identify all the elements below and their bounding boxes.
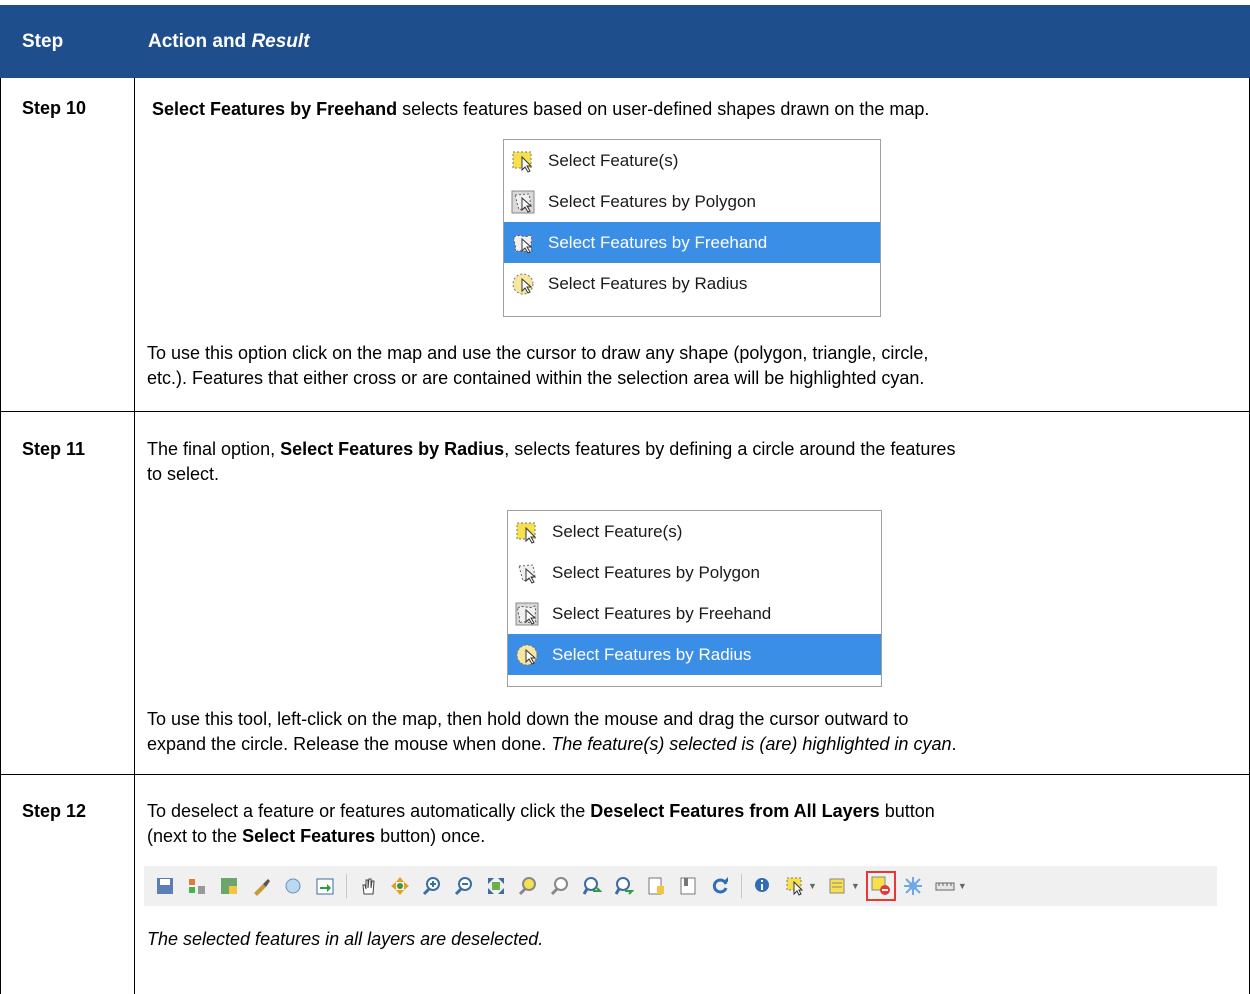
deselect-all-layers-icon[interactable]	[865, 871, 896, 901]
measure-icon[interactable]	[934, 875, 956, 897]
toolbar-separator	[741, 874, 742, 898]
column-divider	[134, 78, 135, 994]
zoom-last-icon[interactable]	[581, 875, 603, 897]
header-step: Step	[22, 31, 64, 52]
show-bookmarks-icon[interactable]	[677, 875, 699, 897]
zoom-to-selection-icon[interactable]	[517, 875, 539, 897]
step-label: Step 12	[22, 801, 87, 821]
step-intro: To deselect a feature or features automa…	[147, 801, 935, 846]
zoom-in-icon[interactable]	[421, 875, 443, 897]
menu-item-select-by-freehand[interactable]: Select Features by Freehand	[504, 222, 880, 263]
zoom-to-layer-icon[interactable]	[549, 875, 571, 897]
attribute-table-icon[interactable]	[902, 875, 924, 897]
step-label: Step 11	[22, 439, 86, 459]
select-feature-icon	[510, 148, 536, 174]
chevron-down-icon[interactable]: ▼	[958, 881, 967, 891]
step-result: The selected features in all layers are …	[147, 929, 544, 949]
menu-item-select-feature[interactable]: Select Feature(s)	[508, 511, 881, 552]
save-project-icon[interactable]	[154, 875, 176, 897]
selection-tool-menu: Select Feature(s) Select Features by Pol…	[507, 510, 882, 687]
step-body: To use this tool, left-click on the map,…	[147, 709, 957, 754]
step-intro: Select Features by Freehand selects feat…	[152, 99, 930, 119]
refresh-icon[interactable]	[709, 875, 731, 897]
row-divider	[0, 411, 1250, 412]
select-features-icon[interactable]	[784, 875, 806, 897]
chevron-down-icon[interactable]: ▼	[851, 881, 860, 891]
select-feature-icon	[514, 519, 540, 545]
step-intro: The final option, Select Features by Rad…	[147, 439, 956, 484]
identify-icon[interactable]	[752, 875, 774, 897]
selection-tool-menu: Select Feature(s) Select Features by Pol…	[503, 139, 881, 317]
menu-item-select-by-freehand[interactable]: Select Features by Freehand	[508, 593, 881, 634]
select-polygon-icon	[514, 560, 540, 586]
step-label: Step 10	[22, 98, 87, 118]
zoom-full-icon[interactable]	[485, 875, 507, 897]
toolbar-separator	[346, 874, 347, 898]
row-divider	[0, 774, 1250, 775]
export-icon[interactable]	[314, 875, 336, 897]
print-icon[interactable]	[282, 875, 304, 897]
table-header: Step Action and Result	[0, 5, 1250, 78]
zoom-next-icon[interactable]	[613, 875, 635, 897]
select-radius-icon	[514, 642, 540, 668]
menu-item-select-by-polygon[interactable]: Select Features by Polygon	[504, 181, 880, 222]
new-bookmark-icon[interactable]	[645, 875, 667, 897]
menu-item-select-feature[interactable]: Select Feature(s)	[504, 140, 880, 181]
select-by-value-icon[interactable]	[827, 875, 849, 897]
brush-icon[interactable]	[250, 875, 272, 897]
chevron-down-icon[interactable]: ▼	[808, 881, 817, 891]
zoom-out-icon[interactable]	[453, 875, 475, 897]
select-polygon-icon	[510, 189, 536, 215]
step-body: To use this option click on the map and …	[147, 343, 929, 388]
pan-to-selection-icon[interactable]	[389, 875, 411, 897]
select-freehand-icon	[510, 230, 536, 256]
menu-item-select-by-radius[interactable]: Select Features by Radius	[504, 263, 880, 304]
menu-item-select-by-polygon[interactable]: Select Features by Polygon	[508, 552, 881, 593]
header-action: Action and Result	[148, 31, 310, 52]
table-border-left	[0, 78, 1, 994]
map-toolbar: ▼ ▼ ▼	[144, 866, 1217, 906]
pan-hand-icon[interactable]	[357, 875, 379, 897]
select-freehand-icon	[514, 601, 540, 627]
menu-item-select-by-radius[interactable]: Select Features by Radius	[508, 634, 881, 675]
new-map-icon[interactable]	[218, 875, 240, 897]
style-manager-icon[interactable]	[186, 875, 208, 897]
select-radius-icon	[510, 271, 536, 297]
